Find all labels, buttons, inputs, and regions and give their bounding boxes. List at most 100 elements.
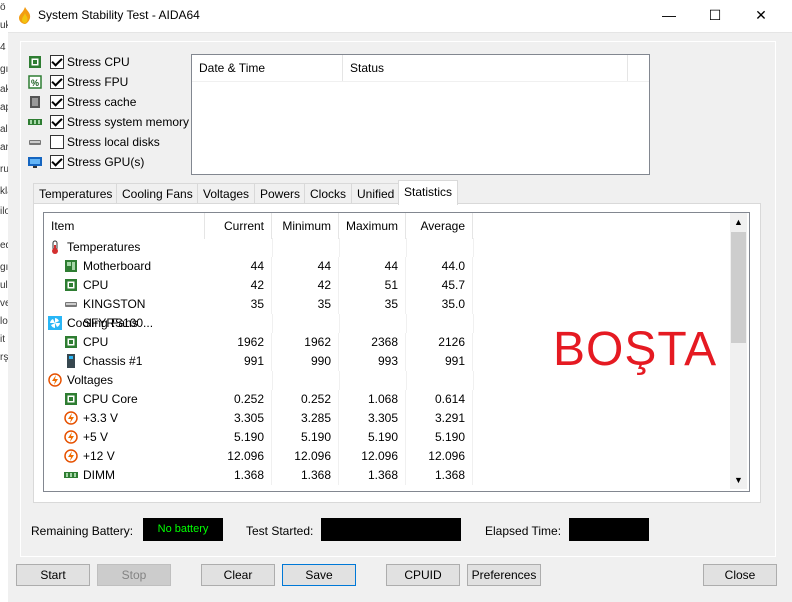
- table-row[interactable]: CPU Core 0.252 0.252 1.068 0.614: [44, 390, 732, 409]
- table-row[interactable]: CPU 42 42 51 45.7: [44, 276, 732, 295]
- cell-min: 3.285: [272, 409, 339, 428]
- row-label: +12 V: [83, 449, 115, 463]
- disk-icon: [64, 297, 78, 311]
- cell-min: 1.368: [272, 466, 339, 485]
- cell-max: 1.368: [339, 466, 406, 485]
- scrollbar-thumb[interactable]: [731, 232, 746, 343]
- background-text-fragment: 4: [0, 42, 6, 53]
- cell-avg: 0.614: [406, 390, 473, 409]
- cell-min: 0.252: [272, 390, 339, 409]
- tab-clocks[interactable]: Clocks: [304, 183, 353, 204]
- cell-max: 993: [339, 352, 406, 371]
- cell-current: 12.096: [205, 447, 272, 466]
- tab-voltages[interactable]: Voltages: [197, 183, 256, 204]
- grid-header: Item Current Minimum Maximum Average: [44, 213, 732, 239]
- tab-powers[interactable]: Powers: [254, 183, 307, 204]
- column-header-current[interactable]: Current: [205, 213, 272, 239]
- cell-current: 991: [205, 352, 272, 371]
- empty-cell: [205, 371, 273, 390]
- log-col-datetime[interactable]: Date & Time: [192, 55, 343, 81]
- stress-label: Stress GPU(s): [67, 155, 145, 169]
- stress-option-stress-cpu[interactable]: Stress CPU: [28, 53, 130, 71]
- stress-option-stress-gpu-s[interactable]: Stress GPU(s): [28, 153, 144, 171]
- stress-label: Stress local disks: [67, 135, 160, 149]
- row-label: KINGSTON SFYRS100...: [83, 297, 154, 330]
- cell-current: 1962: [205, 333, 272, 352]
- cell-current: 5.190: [205, 428, 272, 447]
- tab-cooling-fans[interactable]: Cooling Fans: [116, 183, 199, 204]
- empty-cell: [339, 238, 407, 257]
- start-button[interactable]: Start: [16, 564, 90, 586]
- empty-cell: [272, 238, 340, 257]
- cell-current: 0.252: [205, 390, 272, 409]
- column-header-item[interactable]: Item: [44, 213, 205, 239]
- cell-current: 42: [205, 276, 272, 295]
- empty-cell: [205, 238, 273, 257]
- table-row[interactable]: +3.3 V 3.305 3.285 3.305 3.291: [44, 409, 732, 428]
- column-header-minimum[interactable]: Minimum: [272, 213, 339, 239]
- cell-avg: 44.0: [406, 257, 473, 276]
- column-header-maximum[interactable]: Maximum: [339, 213, 406, 239]
- cell-min: 5.190: [272, 428, 339, 447]
- window-title: System Stability Test - AIDA64: [38, 8, 200, 22]
- close-button[interactable]: Close: [703, 564, 777, 586]
- column-header-average[interactable]: Average: [406, 213, 473, 239]
- stress-option-stress-local-disks[interactable]: Stress local disks: [28, 133, 160, 151]
- row-label: CPU Core: [83, 392, 138, 406]
- cell-avg: 5.190: [406, 428, 473, 447]
- test-started-label: Test Started:: [246, 524, 314, 538]
- stress-checkbox[interactable]: [50, 55, 64, 69]
- close-window-button[interactable]: ✕: [738, 0, 784, 31]
- scroll-up-icon[interactable]: ▲: [734, 217, 743, 227]
- table-row[interactable]: +5 V 5.190 5.190 5.190 5.190: [44, 428, 732, 447]
- empty-cell: [339, 314, 407, 333]
- cell-avg: 2126: [406, 333, 473, 352]
- tab-statistics[interactable]: Statistics: [398, 180, 459, 205]
- title-bar[interactable]: System Stability Test - AIDA64 — ☐ ✕: [8, 0, 792, 32]
- tab-temperatures[interactable]: Temperatures: [33, 183, 119, 204]
- stress-checkbox[interactable]: [50, 135, 64, 149]
- empty-cell: [272, 314, 340, 333]
- cell-max: 1.068: [339, 390, 406, 409]
- maximize-button[interactable]: ☐: [692, 0, 738, 31]
- svg-text:%: %: [31, 78, 39, 88]
- row-label: +3.3 V: [83, 411, 119, 425]
- voltage-icon: [64, 411, 78, 425]
- save-button[interactable]: Save: [282, 564, 356, 586]
- group-row[interactable]: Temperatures: [44, 238, 732, 257]
- minimize-button[interactable]: —: [646, 0, 692, 31]
- stress-option-stress-cache[interactable]: Stress cache: [28, 93, 136, 111]
- stress-checkbox[interactable]: [50, 155, 64, 169]
- background-text-fragment: ö: [0, 2, 6, 13]
- cpuid-button[interactable]: CPUID: [386, 564, 460, 586]
- clear-button[interactable]: Clear: [201, 564, 275, 586]
- stress-checkbox[interactable]: [50, 75, 64, 89]
- stress-label: Stress FPU: [67, 75, 129, 89]
- thermometer-icon: [48, 240, 62, 254]
- log-col-status[interactable]: Status: [343, 55, 628, 81]
- row-label: +5 V: [83, 430, 109, 444]
- stress-checkbox[interactable]: [50, 115, 64, 129]
- table-row[interactable]: DIMM 1.368 1.368 1.368 1.368: [44, 466, 732, 485]
- stress-option-stress-system-memory[interactable]: Stress system memory: [28, 113, 189, 131]
- empty-cell: [406, 314, 474, 333]
- stress-option-stress-fpu[interactable]: % Stress FPU: [28, 73, 128, 91]
- stop-button[interactable]: Stop: [97, 564, 171, 586]
- stress-checkbox[interactable]: [50, 95, 64, 109]
- table-row[interactable]: +12 V 12.096 12.096 12.096 12.096: [44, 447, 732, 466]
- cell-min: 990: [272, 352, 339, 371]
- table-row[interactable]: KINGSTON SFYRS100... 35 35 35 35.0: [44, 295, 732, 330]
- maximize-icon: ☐: [708, 7, 722, 23]
- preferences-button[interactable]: Preferences: [467, 564, 541, 586]
- row-label: Temperatures: [67, 240, 141, 254]
- event-log[interactable]: Date & Time Status: [191, 54, 650, 175]
- scroll-down-icon[interactable]: ▼: [734, 475, 743, 485]
- cell-max: 5.190: [339, 428, 406, 447]
- empty-cell: [406, 371, 474, 390]
- cell-min: 44: [272, 257, 339, 276]
- table-row[interactable]: Motherboard 44 44 44 44.0: [44, 257, 732, 276]
- tab-unified[interactable]: Unified: [351, 183, 401, 204]
- test-started-value: [321, 518, 461, 541]
- background-window-strip: ö uk 4 gı aki ap alı an ru kla ilo ed gı ul ve lor it rş: [0, 2, 13, 380]
- row-label: Cooling Fans: [67, 316, 138, 330]
